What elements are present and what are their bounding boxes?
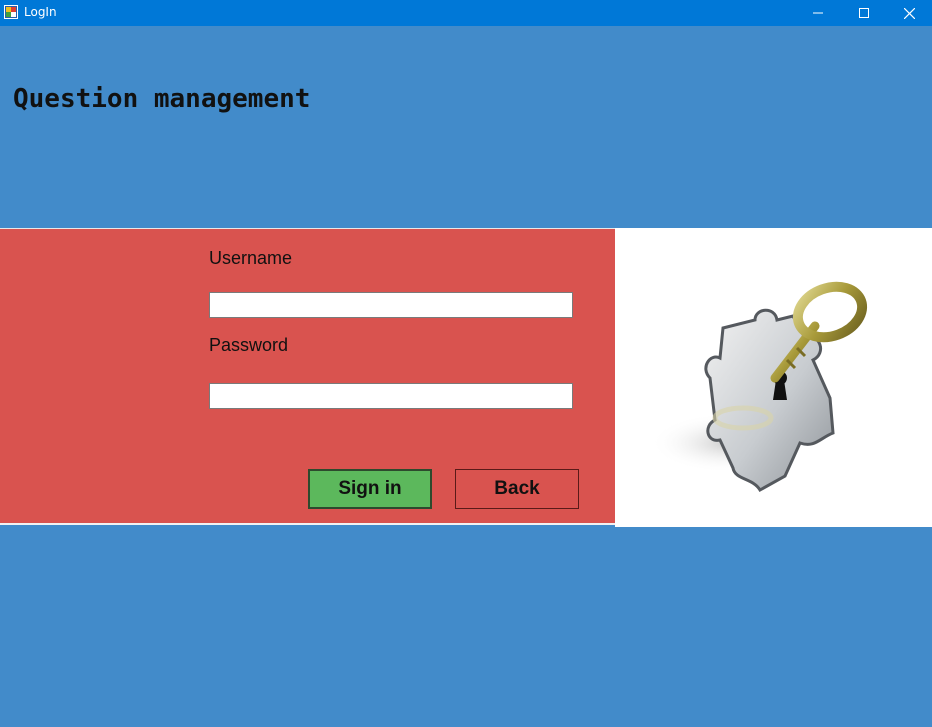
sign-in-button[interactable]: Sign in <box>308 469 432 509</box>
title-bar[interactable]: LogIn <box>0 0 932 26</box>
page-title: Question management <box>13 84 311 114</box>
username-label: Username <box>209 248 293 268</box>
login-panel: Username Password Sign in Back <box>0 228 615 525</box>
image-panel <box>615 228 932 527</box>
login-window: LogIn Question management Username Passw… <box>0 0 932 727</box>
puzzle-key-icon <box>650 281 868 493</box>
close-button[interactable] <box>886 0 932 26</box>
window-title: LogIn <box>24 5 57 19</box>
password-input[interactable] <box>209 383 573 409</box>
minimize-button[interactable] <box>795 0 841 26</box>
maximize-icon <box>859 8 869 18</box>
password-label: Password <box>209 335 289 355</box>
username-input[interactable] <box>209 292 573 318</box>
back-button[interactable]: Back <box>455 469 579 509</box>
minimize-icon <box>813 12 823 14</box>
maximize-button[interactable] <box>841 0 887 26</box>
close-icon <box>903 7 915 19</box>
app-icon <box>4 5 18 19</box>
